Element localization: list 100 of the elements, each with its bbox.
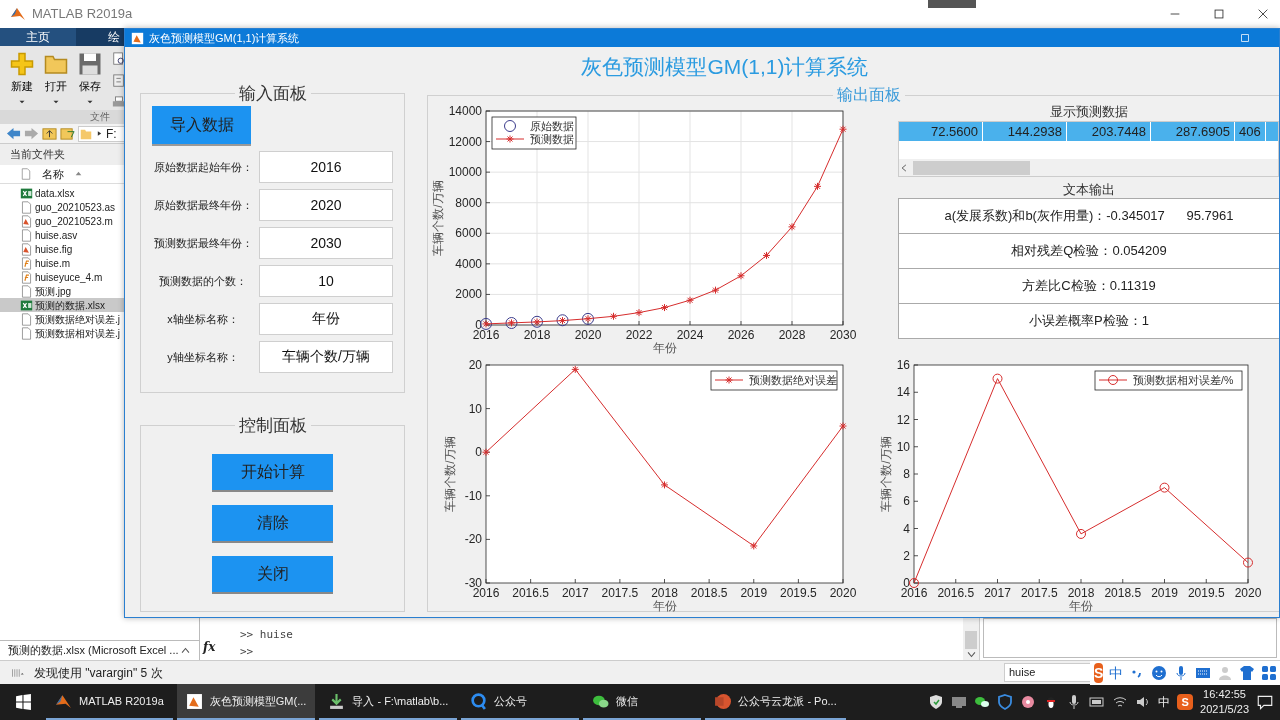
scrollbar-thumb[interactable]: [965, 631, 977, 649]
file-item[interactable]: huiseyuce_4.m: [0, 270, 124, 284]
file-item[interactable]: 预测数据相对误差.j: [0, 326, 124, 340]
shield-icon[interactable]: [928, 694, 945, 710]
file-item[interactable]: guo_20210523.as: [0, 200, 124, 214]
taskbar-app[interactable]: 公众号: [461, 684, 580, 720]
file-item[interactable]: 预测数据绝对误差.j: [0, 312, 124, 326]
file-item[interactable]: huise.asv: [0, 228, 124, 242]
close-icon[interactable]: [1256, 7, 1270, 21]
text-field[interactable]: 年份: [259, 303, 393, 335]
find-file-icon[interactable]: [112, 52, 126, 66]
battery-icon[interactable]: [1089, 694, 1106, 710]
command-prompt[interactable]: >>: [240, 643, 963, 660]
matlab-logo-icon: [10, 6, 26, 22]
shirt-icon[interactable]: [1239, 665, 1256, 681]
grid-icon[interactable]: [1261, 665, 1278, 681]
emoji-icon[interactable]: [1151, 665, 1168, 681]
data-point: [813, 182, 822, 191]
text-field[interactable]: 10: [259, 265, 393, 297]
data-point: [762, 251, 771, 260]
back-arrow-icon[interactable]: [6, 126, 21, 141]
field-label: 预测数据最终年份：: [152, 235, 254, 251]
tick-label: 2017: [561, 586, 589, 600]
browse-folder-icon[interactable]: [60, 126, 75, 141]
tick-label: 2: [903, 548, 910, 563]
taskbar-app[interactable]: 公众号云龙派 - Po...: [705, 684, 846, 720]
maximize-icon[interactable]: [1239, 32, 1251, 44]
table-cell: 144.2938: [983, 122, 1067, 141]
axis-title: 年份: [1069, 599, 1093, 613]
notification-icon[interactable]: [1256, 693, 1274, 711]
data-point: [1159, 482, 1170, 493]
legend-marker-icon: [504, 120, 516, 132]
tick-label: 2030: [829, 328, 857, 342]
text-field[interactable]: 2020: [259, 189, 393, 221]
chevron-left-icon[interactable]: [899, 162, 909, 173]
function-hint[interactable]: fx: [200, 618, 220, 660]
chevron-up-icon[interactable]: [180, 645, 191, 656]
path-text[interactable]: F:: [106, 124, 117, 143]
taskbar-app[interactable]: MATLAB R2019a: [46, 684, 173, 720]
file-item[interactable]: 预测的数据.xlsx: [0, 298, 124, 312]
browser-logo-icon: [470, 692, 488, 710]
workspace-field[interactable]: huise: [1004, 663, 1092, 682]
toolbar-button[interactable]: 新建: [10, 52, 34, 110]
input-method-indicator[interactable]: 中: [1158, 693, 1171, 711]
action-button[interactable]: 清除: [212, 505, 333, 543]
data-point: [482, 448, 490, 457]
ribbon-tab[interactable]: 主页: [0, 28, 76, 46]
file-item[interactable]: guo_20210523.m: [0, 214, 124, 228]
panel-title: 控制面板: [237, 417, 308, 434]
file-icon: [20, 284, 33, 298]
toolbar-button[interactable]: 保存: [78, 52, 102, 110]
maximize-icon[interactable]: [1212, 7, 1226, 21]
legend-label: 原始数据: [530, 120, 574, 132]
script-file-icon: [20, 270, 33, 284]
data-point: [660, 480, 669, 489]
action-button[interactable]: 开始计算: [212, 454, 333, 492]
output-text: a(发展系数)和b(灰作用量)：-0.345017 95.7961: [898, 198, 1279, 234]
axis-title: 年份: [652, 599, 677, 613]
file-name: 预测数据相对误差.j: [35, 326, 120, 340]
file-item[interactable]: 预测.jpg: [0, 284, 124, 298]
tick-label: 2016.5: [512, 586, 549, 600]
data-point: [609, 312, 618, 321]
document-icon[interactable]: [112, 74, 126, 88]
presentation-icon: [714, 692, 732, 710]
tick-label: 2017.5: [601, 586, 639, 600]
panel-title: 输出面板: [836, 87, 902, 103]
horizontal-scrollbar[interactable]: [899, 159, 1278, 176]
tick-label: 2018.5: [1104, 586, 1142, 600]
chat-bubbles-icon[interactable]: [974, 694, 991, 710]
table-row[interactable]: 72.5600 144.2938 203.7448 287.6905 406: [899, 122, 1278, 141]
tick-label: 2020: [829, 586, 857, 600]
file-details: 预测的数据.xlsx (Microsoft Excel ...: [8, 643, 179, 659]
import-data-button[interactable]: 导入数据: [152, 106, 251, 146]
field-label: 预测数据的个数：: [158, 273, 248, 289]
up-folder-icon[interactable]: [42, 126, 57, 141]
keyboard-icon[interactable]: [1195, 665, 1212, 681]
file-item[interactable]: data.xlsx: [0, 186, 124, 200]
action-button[interactable]: 关闭: [212, 556, 333, 594]
text-field[interactable]: 车辆个数/万辆: [259, 341, 393, 373]
legend-marker-icon: [714, 376, 744, 384]
taskbar-app[interactable]: 灰色预测模型GM(...: [176, 684, 316, 720]
input-mode-toggle[interactable]: 中: [1109, 662, 1124, 684]
axis-title: 车辆个数/万辆: [880, 436, 893, 512]
file-item[interactable]: huise.m: [0, 256, 124, 270]
ribbon-tab[interactable]: 绘: [76, 28, 128, 46]
print-icon[interactable]: [112, 96, 126, 110]
toolbar-button[interactable]: 打开: [44, 52, 68, 110]
text-field[interactable]: 2030: [259, 227, 393, 259]
data-point: [839, 422, 847, 431]
text-field[interactable]: 2016: [259, 151, 393, 183]
file-item[interactable]: huise.fig: [0, 242, 124, 256]
taskbar-app[interactable]: 微信: [583, 684, 702, 720]
status-text: 发现使用 "varargin" 5 次: [34, 664, 163, 682]
file-name: huiseyuce_4.m: [35, 270, 103, 285]
monitor-icon[interactable]: [951, 694, 968, 710]
file-name: guo_20210523.as: [35, 200, 116, 215]
chevron-down-icon[interactable]: [965, 649, 977, 660]
taskbar-app[interactable]: 导入 - F:\matlab\b...: [319, 684, 458, 720]
scrollbar-thumb[interactable]: [913, 160, 1030, 175]
column-header[interactable]: 名称: [42, 165, 64, 182]
